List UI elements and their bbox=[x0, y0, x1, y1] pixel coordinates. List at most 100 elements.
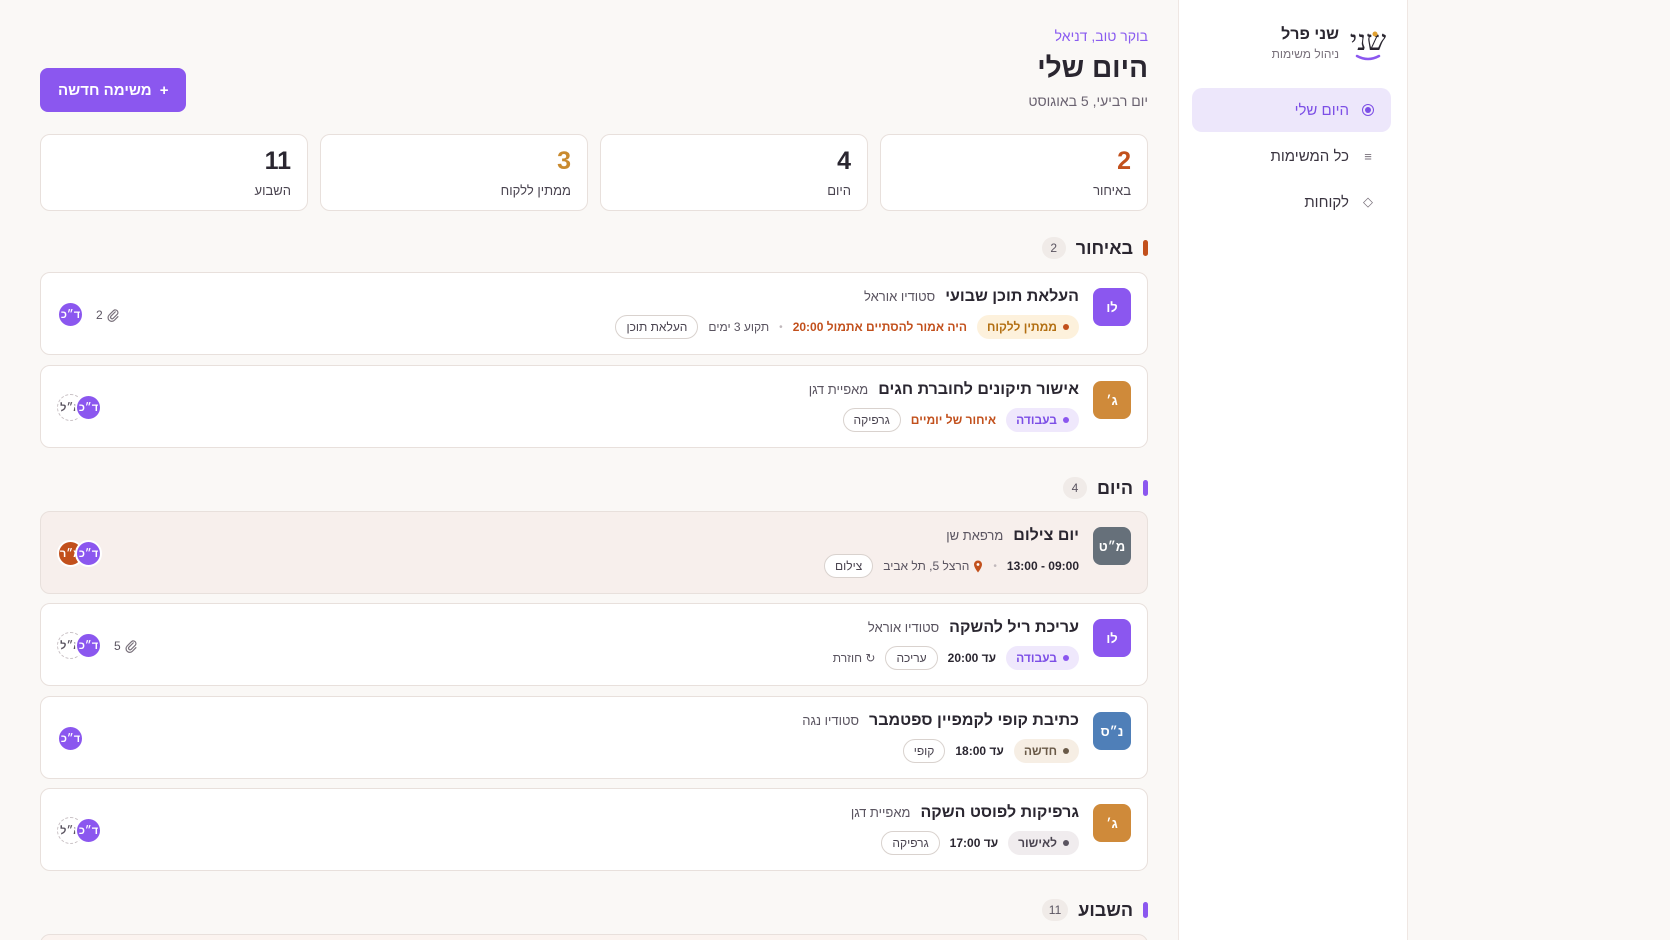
status-pill[interactable]: חדשה bbox=[1013, 739, 1079, 763]
section-marker bbox=[1143, 480, 1148, 496]
plus-icon: + bbox=[159, 81, 169, 99]
stat-value: 3 bbox=[557, 147, 571, 175]
brand[interactable]: שני שני פרל ניהול משימות bbox=[1272, 22, 1387, 64]
tag-pill[interactable]: עריכה bbox=[885, 646, 938, 670]
section-marker bbox=[1143, 902, 1148, 918]
stat-value: 11 bbox=[264, 147, 291, 175]
status-pill[interactable]: בעבודה bbox=[1006, 646, 1079, 670]
task-client: סטודיו אוראל bbox=[867, 620, 940, 635]
client-avatar: מ״ט bbox=[1093, 527, 1131, 565]
task-client: סטודיו נגה bbox=[802, 713, 860, 728]
stat-card-week[interactable]: 11 השבוע bbox=[40, 134, 308, 211]
task-card[interactable]: לו העלאת תוכן שבועי סטודיו אוראל ממתין ל… bbox=[40, 272, 1148, 355]
task-card[interactable]: לו עריכת ריל להשקה סטודיו אוראל בעבודה ע… bbox=[40, 603, 1148, 686]
stat-card-waiting[interactable]: 3 ממתין ללקוח bbox=[320, 134, 588, 211]
tag-pill[interactable]: צילום bbox=[824, 554, 874, 578]
time-range: 09:00 - 13:00 bbox=[1006, 559, 1079, 573]
new-task-button[interactable]: + משימה חדשה bbox=[40, 68, 187, 112]
assignees: א״ל ד״כ bbox=[57, 817, 102, 844]
tag-pill[interactable]: גרפיקה bbox=[842, 408, 901, 432]
status-dot-icon bbox=[1063, 748, 1069, 754]
task-title: כתיבת קופי לקמפיין ספטמבר bbox=[869, 712, 1079, 729]
tag-pill[interactable]: העלאת תוכן bbox=[615, 315, 699, 339]
attachment-count: 5 bbox=[114, 638, 121, 653]
separator-dot-icon: • bbox=[779, 321, 783, 333]
paperclip-icon bbox=[107, 308, 119, 322]
task-title: אישור תיקונים לחוברת חגים bbox=[878, 381, 1079, 398]
assignee-avatar[interactable]: ד״כ bbox=[75, 632, 102, 659]
stat-label: היום bbox=[827, 183, 851, 198]
task-title: העלאת תוכן שבועי bbox=[945, 288, 1079, 305]
nav-item-label: היום שלי bbox=[1294, 101, 1349, 119]
assignee-avatar[interactable]: ד״כ bbox=[75, 817, 102, 844]
nav-item-my-day[interactable]: היום שלי bbox=[1192, 88, 1391, 132]
stat-label: באיחור bbox=[1093, 183, 1131, 198]
stat-card-overdue[interactable]: 2 באיחור bbox=[880, 134, 1148, 211]
task-card[interactable] bbox=[40, 934, 1148, 940]
task-card[interactable]: ג׳ אישור תיקונים לחוברת חגים מאפיית דגן … bbox=[40, 365, 1148, 448]
task-client: מאפיית דגן bbox=[850, 805, 911, 820]
status-dot-icon bbox=[1063, 840, 1069, 846]
sidebar: שני שני פרל ניהול משימות היום שלי ≡ כל ה… bbox=[1178, 0, 1408, 940]
nav-item-all-tasks[interactable]: ≡ כל המשימות bbox=[1192, 134, 1391, 178]
status-pill[interactable]: ממתין ללקוח bbox=[977, 315, 1079, 339]
assignee-avatar[interactable]: ד״כ bbox=[57, 301, 84, 328]
nav-item-clients[interactable]: ◇ לקוחות bbox=[1192, 180, 1391, 224]
stats-row: 2 באיחור 4 היום 3 ממתין ללקוח 11 השבוע bbox=[40, 134, 1148, 211]
task-client: מאפיית דגן bbox=[808, 382, 869, 397]
brand-logo: שני bbox=[1349, 22, 1387, 64]
task-card[interactable]: מ״ט יום צילום מרפאת שן 09:00 - 13:00 • ה… bbox=[40, 511, 1148, 594]
task-title: יום צילום bbox=[1013, 527, 1079, 544]
tag-pill[interactable]: גרפיקה bbox=[881, 831, 940, 855]
status-dot-icon bbox=[1063, 324, 1069, 330]
status-label: בעבודה bbox=[1016, 413, 1057, 427]
logo-glyph: שני bbox=[1350, 24, 1386, 57]
due-time: עד 17:00 bbox=[949, 836, 999, 850]
list-icon: ≡ bbox=[1364, 148, 1372, 164]
overdue-warning: היה אמור להסתיים אתמול 20:00 bbox=[792, 320, 968, 334]
recurring-indicator: ↻ חוזרת bbox=[833, 651, 876, 665]
task-client: סטודיו אוראל bbox=[863, 289, 936, 304]
location[interactable]: הרצל 5, תל אביב bbox=[883, 559, 983, 573]
main-content: בוקר טוב, דניאל היום שלי יום רביעי, 5 בא… bbox=[40, 0, 1148, 940]
task-card[interactable]: ג׳ גרפיקות לפוסט השקה מאפיית דגן לאישור … bbox=[40, 788, 1148, 871]
task-card[interactable]: נ״ס כתיבת קופי לקמפיין ספטמבר סטודיו נגה… bbox=[40, 696, 1148, 779]
tag-pill[interactable]: קופי bbox=[902, 739, 946, 763]
assignee-avatar[interactable]: ד״כ bbox=[57, 725, 84, 752]
nav-item-label: כל המשימות bbox=[1270, 147, 1349, 165]
radio-dot-icon bbox=[1361, 104, 1375, 116]
section-title: היום bbox=[1097, 477, 1133, 498]
current-date: יום רביעי, 5 באוגוסט bbox=[1028, 93, 1148, 109]
recurring-label: חוזרת bbox=[832, 651, 863, 665]
assignee-avatar[interactable]: ד״כ bbox=[75, 394, 102, 421]
section-header-week[interactable]: השבוע 11 bbox=[1041, 899, 1148, 921]
nav-item-label: לקוחות bbox=[1304, 193, 1349, 211]
assignee-avatar[interactable]: ד״כ bbox=[75, 540, 102, 567]
status-pill[interactable]: לאישור bbox=[1008, 831, 1079, 855]
status-label: בעבודה bbox=[1016, 651, 1057, 665]
repeat-icon: ↻ bbox=[865, 651, 876, 665]
overdue-warning: איחור של יומיים bbox=[910, 413, 997, 427]
attachments[interactable]: 2 bbox=[96, 308, 120, 322]
stat-value: 2 bbox=[1117, 147, 1131, 175]
client-avatar: ג׳ bbox=[1093, 804, 1131, 842]
status-label: לאישור bbox=[1018, 836, 1057, 850]
count-badge: 11 bbox=[1041, 899, 1069, 921]
stat-card-today[interactable]: 4 היום bbox=[600, 134, 868, 211]
stat-label: השבוע bbox=[254, 183, 291, 198]
assignees: ד״כ bbox=[57, 725, 84, 752]
section-title: באיחור bbox=[1075, 237, 1133, 258]
section-header-today[interactable]: היום 4 bbox=[1063, 477, 1148, 499]
section-header-overdue[interactable]: באיחור 2 bbox=[1041, 237, 1148, 259]
location-text: הרצל 5, תל אביב bbox=[883, 559, 970, 573]
attachments[interactable]: 5 bbox=[114, 639, 138, 653]
page-header: בוקר טוב, דניאל היום שלי יום רביעי, 5 בא… bbox=[40, 0, 1148, 120]
stat-value: 4 bbox=[837, 147, 851, 175]
status-pill[interactable]: בעבודה bbox=[1006, 408, 1079, 432]
brand-name: שני פרל bbox=[1281, 25, 1339, 43]
count-badge: 2 bbox=[1041, 237, 1066, 259]
assignees: ד״כ bbox=[57, 301, 84, 328]
client-avatar: לו bbox=[1093, 288, 1131, 326]
greeting: בוקר טוב, דניאל bbox=[1054, 28, 1148, 44]
assignees: א״ל ד״כ bbox=[57, 394, 102, 421]
